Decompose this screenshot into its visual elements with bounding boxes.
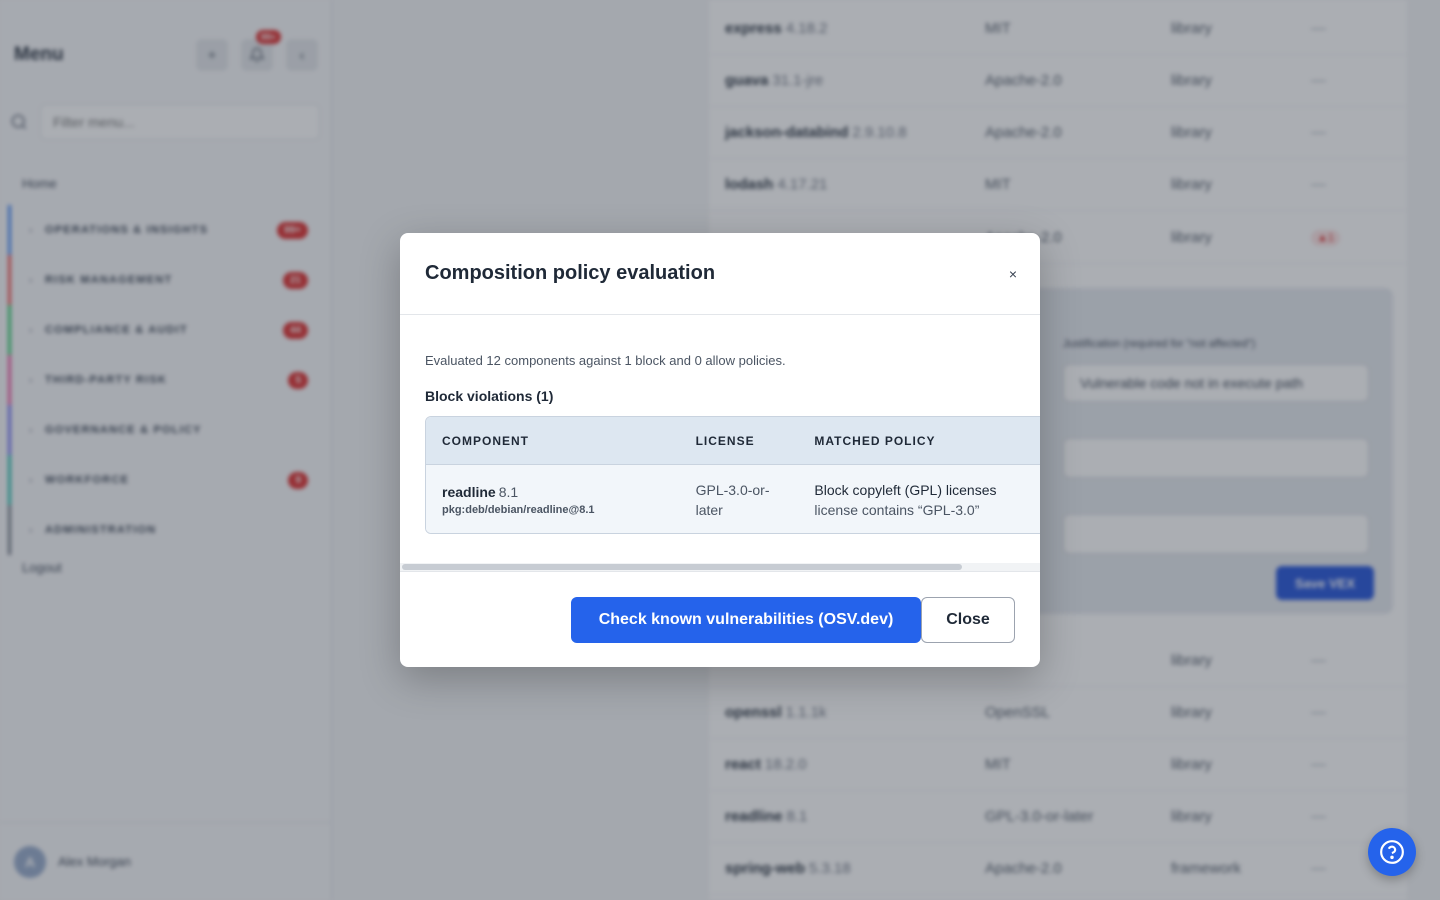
close-button[interactable]: Close xyxy=(921,597,1015,643)
violation-component-cell: readline 8.1 pkg:deb/debian/readline@8.1 xyxy=(426,484,696,516)
component-name: readline xyxy=(442,483,496,500)
violation-license: GPL-3.0-or-later xyxy=(695,481,770,518)
violation-policy-cell: Block copyleft (GPL) licenses license co… xyxy=(814,480,1040,520)
table-row: readline 8.1 pkg:deb/debian/readline@8.1 … xyxy=(426,465,1040,533)
component-purl: pkg:deb/debian/readline@8.1 xyxy=(442,503,595,516)
check-vulnerabilities-button[interactable]: Check known vulnerabilities (OSV.dev) xyxy=(571,597,921,643)
policy-reason: license contains “GPL-3.0” xyxy=(814,501,980,518)
column-header-component: COMPONENT xyxy=(442,433,529,448)
table-header: COMPONENT LICENSE MATCHED POLICY xyxy=(426,417,1040,465)
help-button[interactable] xyxy=(1368,828,1416,876)
column-header-license: LICENSE xyxy=(695,433,755,448)
dialog-title: Composition policy evaluation xyxy=(425,262,716,284)
evaluation-summary: Evaluated 12 components against 1 block … xyxy=(425,353,786,368)
violations-heading: Block violations (1) xyxy=(425,388,554,404)
policy-evaluation-dialog: Composition policy evaluation × Evaluate… xyxy=(400,233,1040,667)
scrollbar-thumb[interactable] xyxy=(402,564,962,570)
violations-table: COMPONENT LICENSE MATCHED POLICY readlin… xyxy=(425,416,1040,534)
dialog-body: Evaluated 12 components against 1 block … xyxy=(400,315,1040,571)
dialog-footer: Check known vulnerabilities (OSV.dev) Cl… xyxy=(400,571,1040,667)
question-circle-icon xyxy=(1380,840,1404,864)
violation-license-cell: GPL-3.0-or-later xyxy=(696,480,815,520)
horizontal-scrollbar[interactable] xyxy=(400,563,1040,571)
component-version: 8.1 xyxy=(498,483,519,500)
close-icon[interactable]: × xyxy=(999,260,1027,288)
policy-name: Block copyleft (GPL) licenses xyxy=(814,481,997,498)
column-header-matched-policy: MATCHED POLICY xyxy=(814,433,936,448)
dialog-header: Composition policy evaluation × xyxy=(400,233,1040,315)
